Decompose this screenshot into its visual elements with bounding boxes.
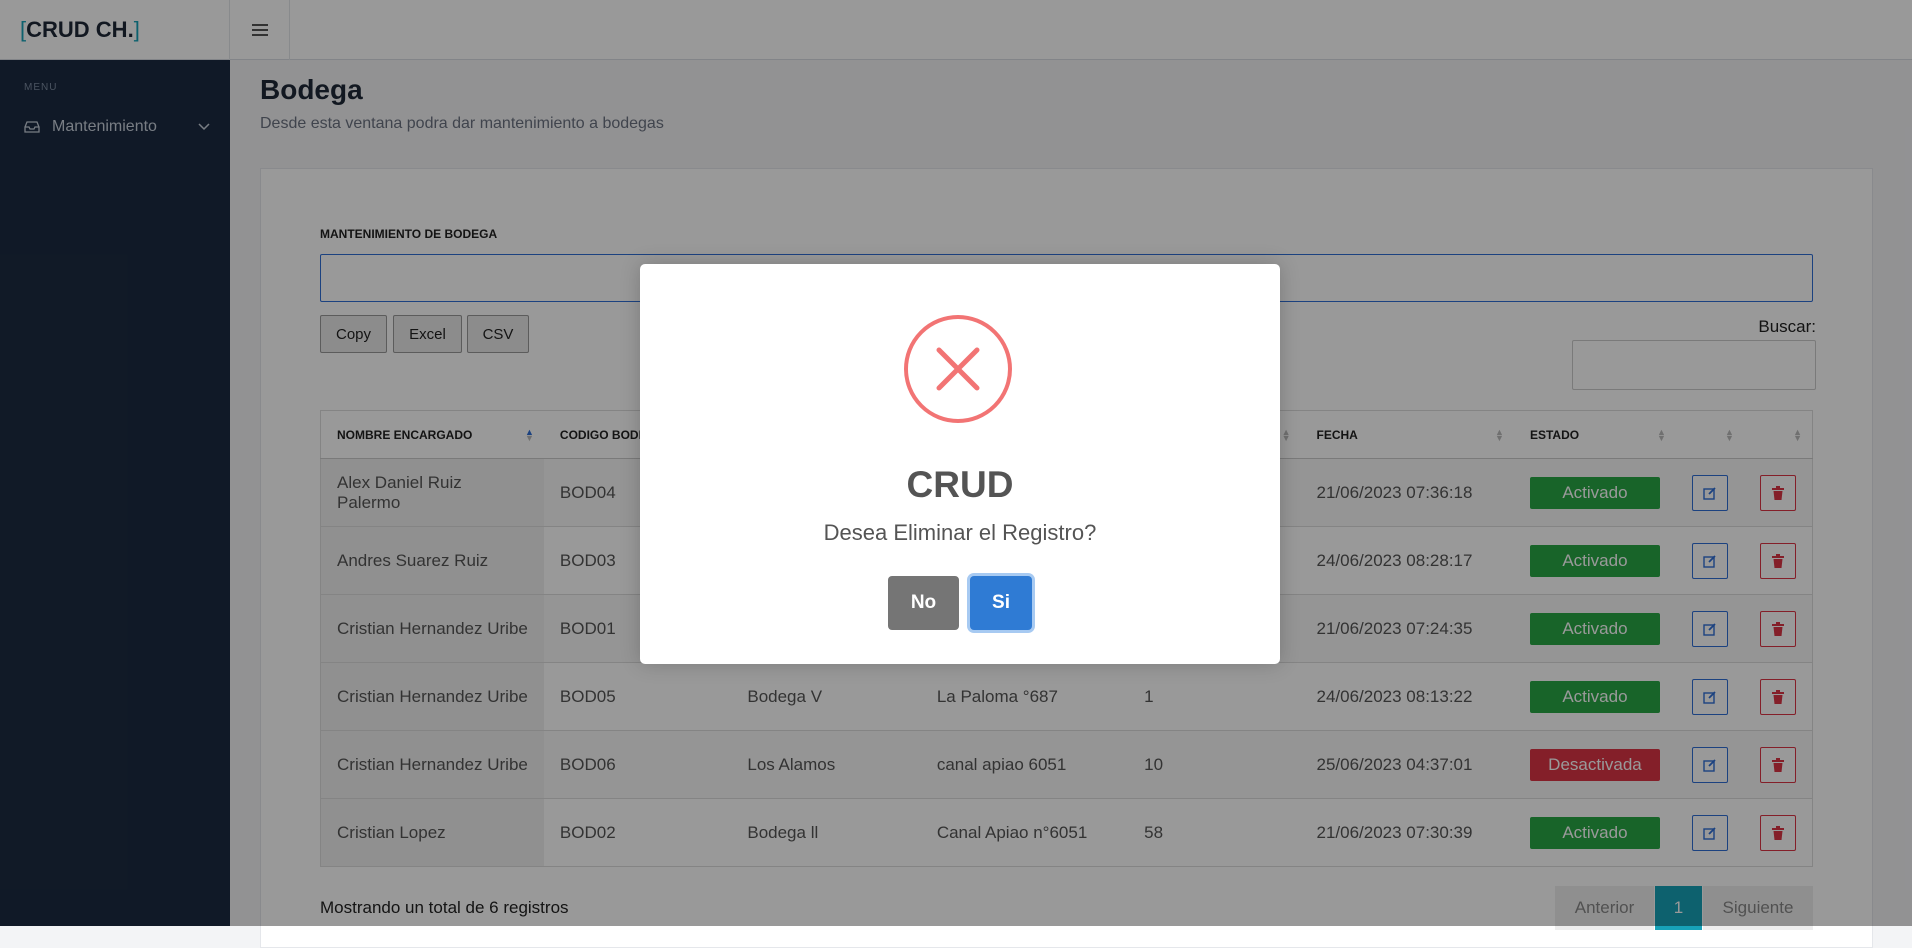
confirm-button[interactable]: Si [970,576,1032,630]
cancel-button[interactable]: No [888,576,959,630]
dialog-message: Desea Eliminar el Registro? [823,520,1097,545]
dialog-title: CRUD [906,464,1014,505]
confirm-delete-dialog: CRUD Desea Eliminar el Registro? No Si [640,264,1280,664]
error-icon [904,315,1012,423]
